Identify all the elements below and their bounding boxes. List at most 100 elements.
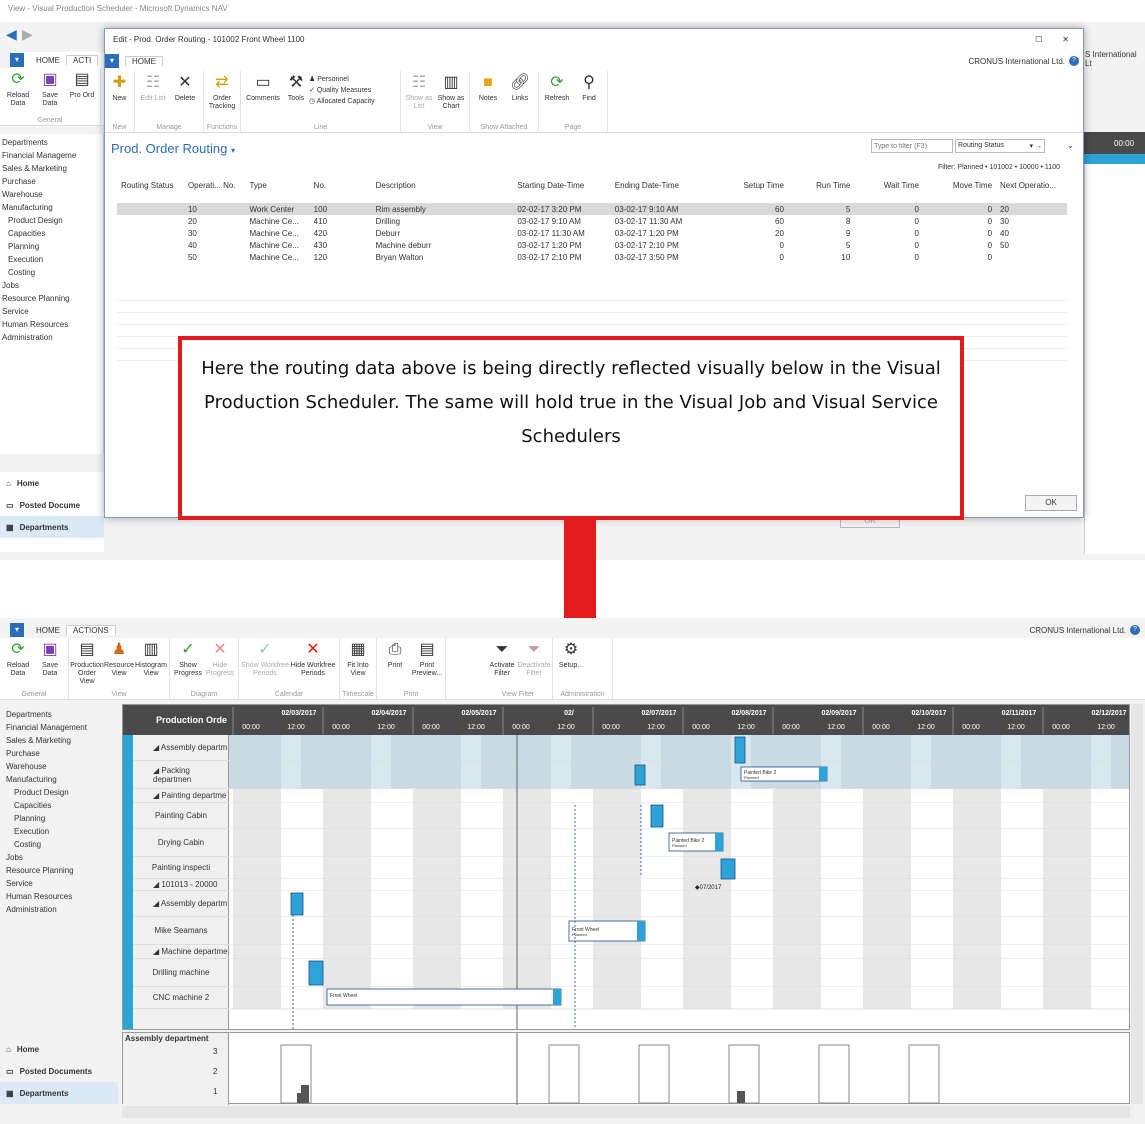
- links-button[interactable]: 🔗︎ Links: [504, 73, 536, 103]
- resource-row-label[interactable]: ◢ Assembly departm: [133, 891, 229, 917]
- col-header[interactable]: No.: [310, 181, 372, 203]
- col-header[interactable]: Run Time: [788, 181, 854, 203]
- comments-button[interactable]: ▭ Comments: [243, 73, 283, 103]
- table-row[interactable]: 40 Machine Ce... 430 Machine deburr 03-02-17…: [117, 239, 1067, 251]
- col-header[interactable]: Wait Time: [854, 181, 923, 203]
- table-row[interactable]: 50 Machine Ce... 120 Bryan Walton 03-02-17 2…: [117, 251, 1067, 263]
- table-row[interactable]: 30 Machine Ce... 420 Deburr 03-02-17 11:30 A…: [117, 227, 1067, 239]
- nav-departments[interactable]: ▦ Departments: [0, 516, 104, 538]
- close-icon[interactable]: ✕: [1062, 35, 1069, 45]
- resource-row-label[interactable]: ◢ Packing departmen: [133, 761, 229, 789]
- maximize-icon[interactable]: ☐: [1035, 35, 1042, 45]
- back-icon[interactable]: ◀: [6, 26, 17, 43]
- nav-item[interactable]: Capacities: [6, 799, 120, 812]
- gantt-canvas[interactable]: Painted Bike 2PlannedPainted Bike 2Plann…: [229, 735, 1130, 1030]
- sched-reload-button[interactable]: ⟳ Reload Data: [2, 640, 34, 678]
- show-as-list-button[interactable]: ☷ Show as List: [403, 73, 435, 111]
- nav-item[interactable]: Financial Manageme: [0, 149, 103, 162]
- personnel-button[interactable]: ♟ Personnel: [309, 75, 375, 83]
- nav-item[interactable]: Execution: [0, 253, 103, 266]
- chevron-down-icon[interactable]: ▾: [231, 146, 235, 155]
- filter-input[interactable]: [871, 139, 953, 153]
- nav-item[interactable]: Sales & Marketing: [0, 162, 103, 175]
- col-header[interactable]: Type: [245, 181, 309, 203]
- sched-save-button[interactable]: ▣ Save Data: [34, 640, 66, 678]
- reload-data-button[interactable]: ⟳ Reload Data: [2, 70, 34, 108]
- col-header[interactable]: Setup Time: [721, 181, 787, 203]
- nav-item[interactable]: Manufacturing: [6, 773, 120, 786]
- nav-item[interactable]: Product Design: [0, 214, 103, 227]
- nav-item[interactable]: Sales & Marketing: [6, 734, 120, 747]
- fit-into-view-button[interactable]: ▦ Fit Into View: [342, 640, 374, 678]
- nav-item[interactable]: Resource Planning: [6, 864, 120, 877]
- hide-workfree-button[interactable]: ✕ Hide Workfree Periods: [289, 640, 337, 678]
- quality-measures-button[interactable]: ✓ Quality Measures: [309, 86, 375, 94]
- nav-item[interactable]: Warehouse: [6, 760, 120, 773]
- nav-item[interactable]: Purchase: [6, 747, 120, 760]
- nav-item[interactable]: Manufacturing: [0, 201, 103, 214]
- resource-row-label[interactable]: Mike Seamans: [133, 917, 229, 945]
- nav-item[interactable]: Resource Planning: [0, 292, 103, 305]
- tab-home[interactable]: HOME: [30, 56, 66, 65]
- nav-home[interactable]: ⌂ Home: [0, 1038, 118, 1060]
- show-workfree-button[interactable]: ✓ Show Workfree Periods: [241, 640, 289, 678]
- resource-row-label[interactable]: ◢ Painting departme: [133, 789, 229, 803]
- print-button[interactable]: ⎙ Print: [379, 640, 411, 670]
- edit-list-button[interactable]: ☷ Edit List: [137, 73, 169, 103]
- resource-view-button[interactable]: ♟ Resource View: [103, 640, 135, 678]
- production-order-view-button[interactable]: ▤ Production Order View: [70, 640, 103, 686]
- ok-button[interactable]: OK: [1025, 495, 1077, 511]
- show-progress-button[interactable]: ✓ Show Progress: [172, 640, 204, 678]
- resource-row-label[interactable]: ◢ Machine departme: [133, 945, 229, 959]
- nav-item[interactable]: Departments: [6, 708, 120, 721]
- nav-item[interactable]: Departments: [0, 136, 103, 149]
- order-tracking-button[interactable]: ⇄ Order Tracking: [206, 73, 238, 111]
- production-order-button[interactable]: ▤ Pro Ord: [66, 70, 98, 100]
- nav-posted[interactable]: ▭ Posted Docume: [0, 494, 104, 516]
- nav-item[interactable]: Purchase: [0, 175, 103, 188]
- notes-button[interactable]: ■ Notes: [472, 73, 504, 103]
- timescale-header[interactable]: 02/03/2017 00:00 12:00 02/04/2017 00:00 12:00…: [229, 705, 1129, 735]
- nav-item[interactable]: Jobs: [0, 279, 103, 292]
- new-button[interactable]: ✚ New: [107, 73, 132, 103]
- col-header[interactable]: Operati... No.: [184, 181, 246, 203]
- nav-item[interactable]: Costing: [0, 266, 103, 279]
- dialog-tab-home[interactable]: HOME: [125, 56, 163, 66]
- col-header[interactable]: Next Operatio...: [996, 181, 1067, 203]
- nav-item[interactable]: Service: [0, 305, 103, 318]
- allocated-capacity-button[interactable]: ◷ Allocated Capacity: [309, 97, 375, 105]
- nav-item[interactable]: Planning: [0, 240, 103, 253]
- refresh-button[interactable]: ⟳ Refresh: [541, 73, 573, 103]
- help-icon[interactable]: ?: [1069, 56, 1079, 66]
- resource-row-label[interactable]: Drying Cabin: [133, 829, 229, 857]
- find-button[interactable]: ⚲ Find: [573, 73, 605, 103]
- nav-item[interactable]: Jobs: [6, 851, 120, 864]
- nav-posted-documents[interactable]: ▭ Posted Documents: [0, 1060, 118, 1082]
- dialog-app-menu[interactable]: ▾: [105, 54, 119, 68]
- delete-button[interactable]: ✕ Delete: [169, 73, 201, 103]
- forward-icon[interactable]: ▶: [22, 26, 33, 43]
- nav-item[interactable]: Service: [6, 877, 120, 890]
- resource-row-label[interactable]: ◢ Assembly departm: [133, 735, 229, 761]
- vertical-scrollbar[interactable]: [1131, 704, 1143, 1104]
- print-preview-button[interactable]: ▤ Print Preview...: [411, 640, 443, 678]
- collapse-icon[interactable]: ⌄: [1067, 141, 1074, 150]
- resource-row-label[interactable]: ◢ 101013 - 20000: [133, 879, 229, 891]
- resource-row-label[interactable]: CNC machine 2: [133, 987, 229, 1009]
- col-header[interactable]: Move Time: [923, 181, 996, 203]
- gantt-chart[interactable]: Production Orde 02/03/2017 00:00 12:00 02/0…: [122, 704, 1130, 1030]
- setup-button[interactable]: ⚙ Setup...: [555, 640, 587, 670]
- app-menu-button[interactable]: ▾: [10, 53, 24, 67]
- show-as-chart-button[interactable]: ▥ Show as Chart: [435, 73, 467, 111]
- resource-row-label[interactable]: Painting inspecti: [133, 857, 229, 879]
- nav-item[interactable]: Financial Management: [6, 721, 120, 734]
- hide-progress-button[interactable]: ✕ Hide Progress: [204, 640, 236, 678]
- table-row[interactable]: 10 Work Center 100 Rim assembly 02-02-17 3:2…: [117, 203, 1067, 215]
- nav-item[interactable]: Costing: [6, 838, 120, 851]
- resource-header[interactable]: Production Orde: [123, 705, 229, 735]
- tab-actions[interactable]: ACTI: [66, 55, 99, 65]
- nav-item[interactable]: Planning: [6, 812, 120, 825]
- sched-app-menu[interactable]: ▾: [10, 623, 24, 637]
- resource-row-label[interactable]: Drilling machine: [133, 959, 229, 987]
- deactivate-filter-button[interactable]: ⏷ Deactivate Filter: [517, 640, 550, 678]
